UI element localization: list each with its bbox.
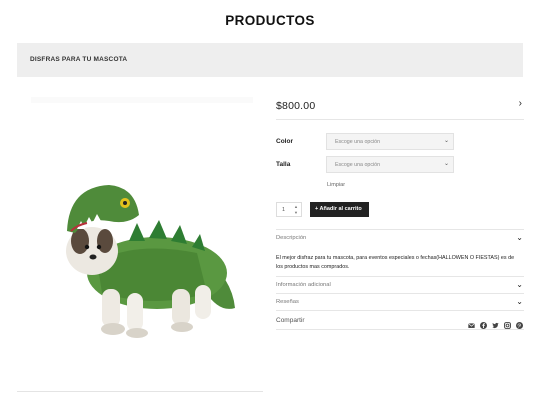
- tab-description[interactable]: Descripción: [276, 235, 306, 241]
- divider: [276, 293, 524, 294]
- size-select[interactable]: Escoge una opción ⌄: [326, 156, 454, 173]
- size-label: Talla: [276, 161, 291, 168]
- tab-additional-info[interactable]: Información adicional: [276, 282, 331, 288]
- pinterest-icon[interactable]: [516, 316, 523, 329]
- size-select-value: Escoge una opción: [335, 162, 381, 168]
- clear-options-link[interactable]: Limpiar: [327, 182, 345, 188]
- divider: [276, 229, 524, 230]
- gallery-top-divider: [31, 97, 253, 103]
- divider: [276, 310, 524, 311]
- description-text: El mejor disfraz para tu mascota, para e…: [276, 255, 515, 270]
- breadcrumb: DISFRAS PARA TU MASCOTA: [17, 43, 523, 77]
- color-label: Color: [276, 138, 293, 145]
- chevron-down-icon[interactable]: ⌄: [516, 281, 523, 289]
- add-to-cart-button[interactable]: + Añadir al carrito: [310, 202, 369, 217]
- chevron-down-icon[interactable]: ⌄: [516, 298, 523, 306]
- gallery-bottom-divider: [17, 391, 263, 392]
- chevron-right-icon[interactable]: ›: [519, 98, 522, 109]
- share-label: Compartir: [276, 317, 305, 324]
- chevron-down-icon[interactable]: ⌄: [516, 234, 523, 242]
- product-image-gallery[interactable]: [17, 97, 263, 392]
- twitter-icon[interactable]: [492, 316, 499, 329]
- divider: [276, 276, 524, 277]
- product-image: [66, 185, 235, 338]
- tab-reviews[interactable]: Reseñas: [276, 299, 299, 305]
- color-select-value: Escoge una opción: [335, 139, 381, 145]
- increment-icon[interactable]: ▲: [294, 204, 298, 209]
- chevron-down-icon: ⌄: [443, 138, 449, 144]
- product-price: $800.00: [276, 100, 316, 112]
- email-icon[interactable]: [468, 316, 475, 328]
- breadcrumb-label: DISFRAS PARA TU MASCOTA: [30, 56, 128, 63]
- instagram-icon[interactable]: [504, 316, 511, 329]
- facebook-icon[interactable]: [480, 316, 487, 329]
- share-icons: [468, 316, 523, 329]
- page-title: PRODUCTOS: [225, 13, 315, 28]
- quantity-value: 1: [282, 207, 286, 213]
- decrement-icon[interactable]: ▼: [294, 210, 298, 215]
- divider: [276, 119, 524, 120]
- divider: [276, 329, 524, 330]
- quantity-stepper[interactable]: 1 ▲ ▼: [276, 202, 302, 217]
- color-select[interactable]: Escoge una opción ⌄: [326, 133, 454, 150]
- chevron-down-icon: ⌄: [443, 161, 449, 167]
